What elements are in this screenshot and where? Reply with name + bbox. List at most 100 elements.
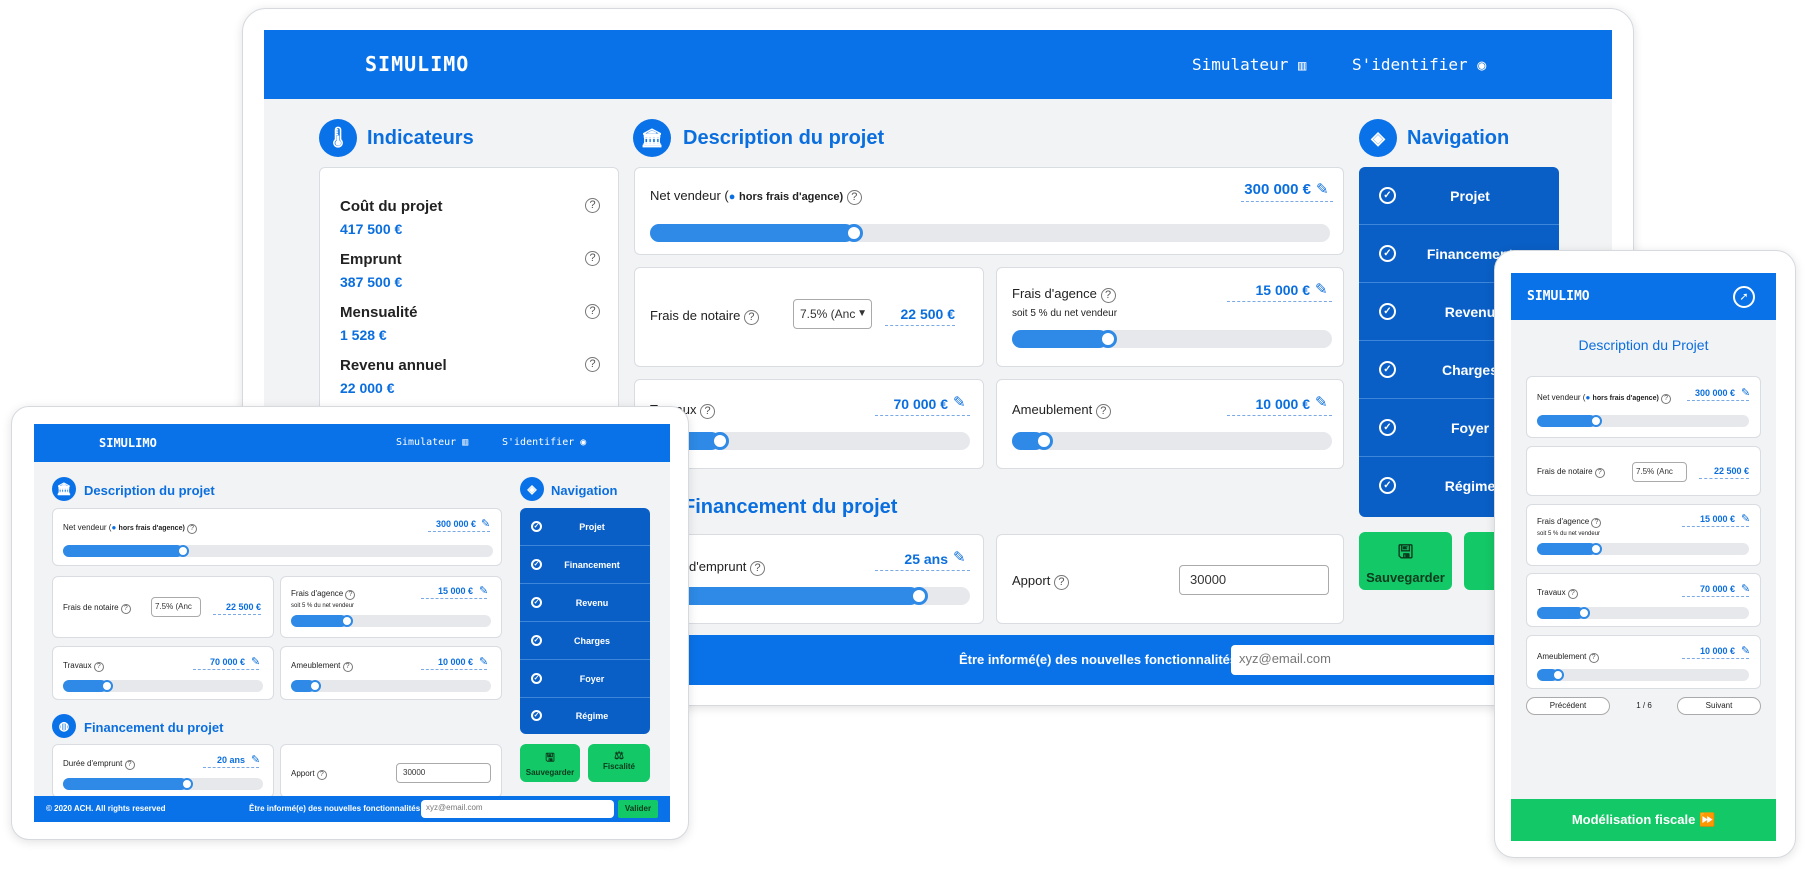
help-icon[interactable]: ? bbox=[1588, 653, 1599, 663]
duree-slider[interactable] bbox=[63, 778, 263, 790]
help-icon[interactable]: ? bbox=[750, 561, 766, 576]
agence-value[interactable]: 15 000 € bbox=[1682, 514, 1749, 527]
apport-input[interactable]: 30000 bbox=[1179, 565, 1329, 595]
notaire-rate-select[interactable]: 7.5% (Anc ▼ bbox=[793, 299, 872, 329]
slider-handle[interactable] bbox=[101, 680, 113, 692]
brand-logo[interactable]: SIMULIMO bbox=[365, 52, 469, 76]
travaux-slider[interactable] bbox=[650, 432, 970, 450]
travaux-slider[interactable] bbox=[63, 680, 263, 692]
compass-icon[interactable]: ➚ bbox=[1733, 286, 1755, 308]
help-icon[interactable]: ? bbox=[342, 662, 353, 672]
nav-item-projet[interactable]: ✓ Projet bbox=[1359, 167, 1559, 225]
notaire-rate-select[interactable]: 7.5% (Anc bbox=[1632, 462, 1687, 482]
slider-handle[interactable] bbox=[177, 545, 190, 557]
slider-handle[interactable] bbox=[1577, 607, 1590, 619]
pencil-icon[interactable]: ✎ bbox=[953, 548, 966, 566]
nav-item-financement[interactable]: ✓ Financement bbox=[520, 546, 650, 584]
pencil-icon[interactable]: ✎ bbox=[1741, 582, 1750, 595]
duree-slider[interactable] bbox=[650, 587, 970, 605]
newsletter-email-input[interactable]: xyz@email.com bbox=[421, 800, 614, 818]
save-button[interactable]: 🖫 Sauvegarder bbox=[520, 744, 580, 782]
net-vendeur-slider[interactable] bbox=[63, 545, 493, 557]
nav-item-projet[interactable]: ✓ Projet bbox=[520, 508, 650, 546]
newsletter-email-input[interactable]: xyz@email.com bbox=[1231, 645, 1531, 675]
nav-item-charges[interactable]: ✓ Charges bbox=[520, 622, 650, 660]
pencil-icon[interactable]: ✎ bbox=[953, 393, 966, 411]
net-vendeur-slider[interactable] bbox=[650, 224, 1330, 242]
help-icon[interactable]: ? bbox=[93, 662, 104, 672]
brand-logo[interactable]: SIMULIMO bbox=[1527, 289, 1590, 304]
pencil-icon[interactable]: ✎ bbox=[481, 517, 490, 530]
newsletter-submit-button[interactable]: Valider bbox=[618, 800, 658, 818]
nav-simulator-link[interactable]: Simulateur ▥ bbox=[396, 437, 468, 448]
nav-login-link[interactable]: S'identifier ◉ bbox=[502, 437, 586, 448]
help-icon[interactable]: ? bbox=[1095, 404, 1111, 419]
fiscal-button[interactable]: ⚖ Fiscalité bbox=[588, 744, 650, 782]
pencil-icon[interactable]: ✎ bbox=[479, 655, 488, 668]
help-icon[interactable]: ? bbox=[585, 198, 600, 213]
nav-login-link[interactable]: S'identifier ◉ bbox=[1352, 55, 1486, 74]
slider-handle[interactable] bbox=[909, 587, 928, 605]
pencil-icon[interactable]: ✎ bbox=[1315, 280, 1328, 298]
help-icon[interactable]: ? bbox=[1594, 468, 1605, 478]
nav-item-regime[interactable]: ✓ Régime bbox=[520, 698, 650, 734]
help-icon[interactable]: ? bbox=[1053, 575, 1069, 590]
pencil-icon[interactable]: ✎ bbox=[1315, 393, 1328, 411]
agence-slider[interactable] bbox=[1012, 330, 1332, 348]
help-icon[interactable]: ? bbox=[187, 524, 198, 534]
pencil-icon[interactable]: ✎ bbox=[1741, 512, 1750, 525]
help-icon[interactable]: ? bbox=[1661, 394, 1672, 404]
next-button[interactable]: Suivant bbox=[1677, 697, 1761, 715]
slider-handle[interactable] bbox=[1590, 543, 1603, 555]
help-icon[interactable]: ? bbox=[585, 357, 600, 372]
help-icon[interactable]: ? bbox=[124, 760, 135, 770]
ameublement-slider[interactable] bbox=[1537, 669, 1749, 681]
previous-button[interactable]: Précédent bbox=[1526, 697, 1610, 715]
ameublement-slider[interactable] bbox=[1012, 432, 1332, 450]
help-icon[interactable]: ? bbox=[345, 590, 356, 600]
notaire-rate-select[interactable]: 7.5% (Anc bbox=[151, 597, 201, 617]
travaux-slider[interactable] bbox=[1537, 607, 1749, 619]
pencil-icon[interactable]: ✎ bbox=[1741, 386, 1750, 399]
pencil-icon[interactable]: ✎ bbox=[251, 753, 260, 766]
pencil-icon[interactable]: ✎ bbox=[1316, 180, 1329, 198]
slider-handle[interactable] bbox=[1552, 669, 1565, 681]
help-icon[interactable]: ? bbox=[743, 310, 759, 325]
slider-handle[interactable] bbox=[711, 432, 730, 450]
pencil-icon[interactable]: ✎ bbox=[1741, 644, 1750, 657]
save-button[interactable]: 🖫 Sauvegarder bbox=[1359, 532, 1452, 590]
ameublement-value[interactable]: 10 000 € bbox=[421, 657, 487, 670]
help-icon[interactable]: ? bbox=[1567, 589, 1578, 599]
slider-handle[interactable] bbox=[341, 615, 353, 627]
help-icon[interactable]: ? bbox=[1591, 518, 1602, 528]
agence-slider[interactable] bbox=[291, 615, 491, 627]
help-icon[interactable]: ? bbox=[316, 770, 327, 780]
slider-handle[interactable] bbox=[1590, 415, 1603, 427]
slider-handle[interactable] bbox=[181, 778, 193, 790]
help-icon[interactable]: ? bbox=[120, 604, 131, 614]
help-icon[interactable]: ? bbox=[700, 404, 716, 419]
agence-value[interactable]: 15 000 € bbox=[421, 586, 487, 599]
fiscal-modeling-button[interactable]: Modélisation fiscale ⏩ bbox=[1511, 799, 1776, 841]
travaux-value[interactable]: 70 000 € bbox=[193, 657, 259, 670]
pencil-icon[interactable]: ✎ bbox=[251, 655, 260, 668]
pencil-icon[interactable]: ✎ bbox=[479, 584, 488, 597]
net-vendeur-slider[interactable] bbox=[1537, 415, 1749, 427]
ameublement-value[interactable]: 10 000 € bbox=[1682, 646, 1749, 659]
slider-handle[interactable] bbox=[1035, 432, 1053, 450]
nav-item-foyer[interactable]: ✓ Foyer bbox=[520, 660, 650, 698]
net-vendeur-value[interactable]: 300 000 € bbox=[1687, 388, 1749, 401]
help-icon[interactable]: ? bbox=[846, 190, 862, 205]
slider-handle[interactable] bbox=[1099, 330, 1117, 348]
help-icon[interactable]: ? bbox=[1100, 288, 1116, 303]
slider-handle[interactable] bbox=[845, 224, 863, 242]
slider-handle[interactable] bbox=[309, 680, 321, 692]
ameublement-slider[interactable] bbox=[291, 680, 491, 692]
help-icon[interactable]: ? bbox=[585, 304, 600, 319]
travaux-value[interactable]: 70 000 € bbox=[1682, 584, 1749, 597]
help-icon[interactable]: ? bbox=[585, 251, 600, 266]
agence-slider[interactable] bbox=[1537, 543, 1749, 555]
brand-logo[interactable]: SIMULIMO bbox=[99, 436, 157, 450]
nav-item-revenu[interactable]: ✓ Revenu bbox=[520, 584, 650, 622]
nav-simulator-link[interactable]: Simulateur ▥ bbox=[1192, 55, 1306, 74]
